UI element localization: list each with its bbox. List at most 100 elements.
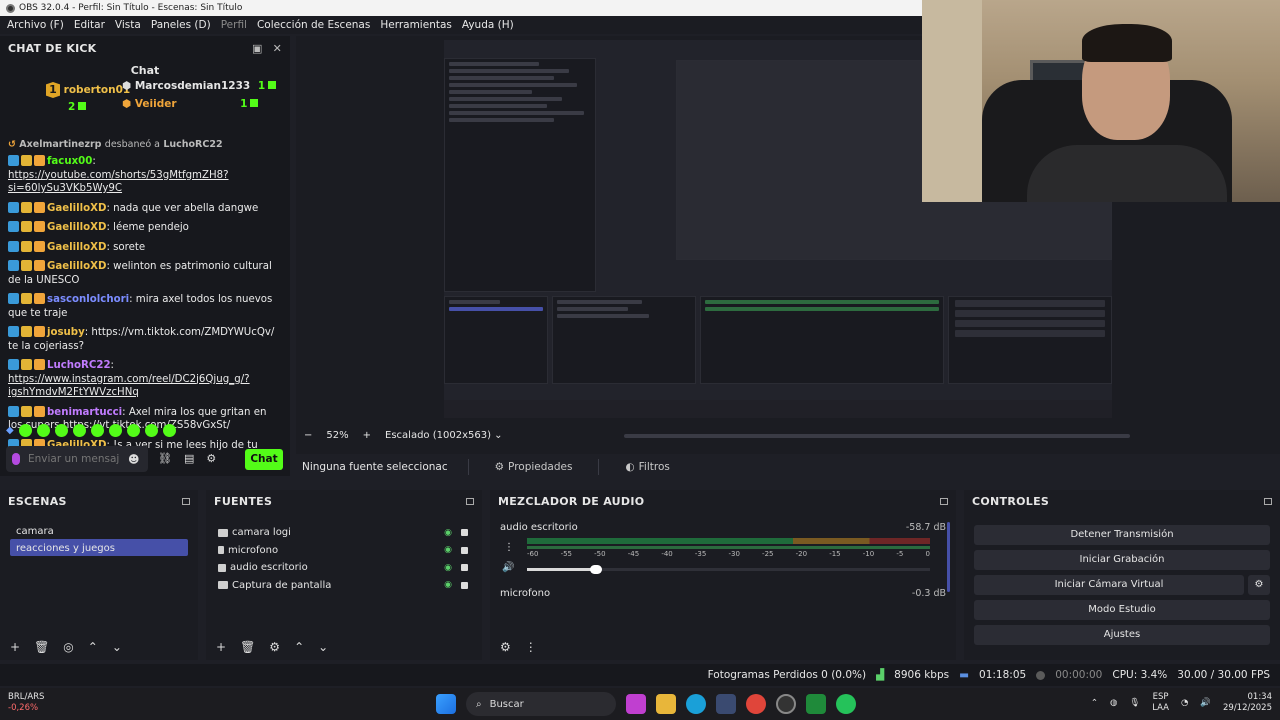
chat-username[interactable]: benimartucci: [47, 407, 122, 418]
emote-icon[interactable]: [162, 424, 176, 437]
move-down-button[interactable]: ⌄: [318, 640, 328, 654]
menu-paneles[interactable]: Paneles (D): [146, 19, 216, 31]
eye-icon[interactable]: ◉: [444, 580, 452, 590]
file-explorer-icon[interactable]: [656, 694, 676, 714]
trash-icon[interactable]: 🗑: [34, 640, 49, 654]
menu-coleccion-escenas[interactable]: Colección de Escenas: [252, 19, 375, 31]
trash-icon[interactable]: 🗑: [240, 640, 255, 654]
emote-icon[interactable]: [18, 424, 32, 437]
lock-icon[interactable]: [461, 529, 468, 537]
menu-archivo[interactable]: Archivo (F): [2, 19, 69, 31]
gear-icon[interactable]: ⚙: [206, 452, 216, 465]
eye-icon[interactable]: ◉: [444, 528, 452, 538]
chat-username[interactable]: GaelilloXD: [47, 222, 106, 233]
properties-button[interactable]: ⚙ Propiedades: [489, 458, 579, 476]
float-dock-icon[interactable]: [940, 497, 948, 505]
menu-vista[interactable]: Vista: [110, 19, 146, 31]
start-virtual-camera-button[interactable]: Iniciar Cámara Virtual: [974, 575, 1244, 595]
volume-icon[interactable]: 🔊: [1200, 698, 1211, 708]
clock[interactable]: 01:34 29/12/2025: [1223, 692, 1272, 714]
emote-icon[interactable]: [54, 424, 68, 437]
network-icon[interactable]: ◍: [1110, 698, 1117, 708]
filters-button[interactable]: ◐ Filtros: [619, 458, 675, 476]
gear-icon[interactable]: ⚙: [500, 640, 511, 654]
move-up-button[interactable]: ⌃: [294, 640, 304, 654]
float-dock-icon[interactable]: [466, 497, 474, 505]
chat-username[interactable]: josuby: [47, 327, 85, 338]
emote-icon[interactable]: [144, 424, 158, 437]
scene-item-camara[interactable]: camara: [10, 522, 188, 539]
chat-message-list[interactable]: facux00: https://youtube.com/shorts/53gM…: [0, 152, 290, 469]
lock-icon[interactable]: [461, 546, 468, 554]
chevron-up-icon[interactable]: ⌃: [1091, 698, 1098, 708]
chat-username[interactable]: GaelilloXD: [47, 242, 106, 253]
eye-icon[interactable]: ◉: [444, 563, 452, 573]
menu-herramientas[interactable]: Herramientas: [375, 19, 457, 31]
settings-button[interactable]: Ajustes: [974, 625, 1270, 645]
scene-item-reacciones[interactable]: reacciones y juegos: [10, 539, 188, 556]
eye-icon[interactable]: ◉: [444, 545, 452, 555]
emote-icon[interactable]: [90, 424, 104, 437]
more-options-icon[interactable]: ⋮: [504, 542, 514, 553]
copilot-icon[interactable]: [626, 694, 646, 714]
wifi-icon[interactable]: ◔: [1181, 698, 1188, 708]
emote-icon[interactable]: [36, 424, 50, 437]
announcement-target[interactable]: LuchoRC22: [163, 139, 222, 150]
source-item[interactable]: camara logi ◉: [206, 524, 482, 542]
scale-select[interactable]: Escalado (1002x563) ⌄: [385, 430, 503, 441]
emote-logo-icon[interactable]: ◆: [6, 425, 14, 436]
stock-ticker-widget[interactable]: BRL/ARS -0,26%: [8, 692, 44, 714]
emote-icon[interactable]: [72, 424, 86, 437]
menu-ayuda[interactable]: Ayuda (H): [457, 19, 519, 31]
store-icon[interactable]: [716, 694, 736, 714]
source-item[interactable]: microfono ◉: [206, 542, 482, 560]
obs-icon[interactable]: [776, 694, 796, 714]
xbox-icon[interactable]: [806, 694, 826, 714]
float-dock-icon[interactable]: [182, 497, 190, 505]
taskbar-search[interactable]: ⌕ Buscar: [466, 692, 616, 716]
chat-username[interactable]: LuchoRC22: [47, 360, 111, 371]
store-icon[interactable]: ▤: [184, 452, 194, 465]
chat-message-input[interactable]: [28, 453, 120, 465]
emote-icon[interactable]: [108, 424, 122, 437]
menu-editar[interactable]: Editar: [69, 19, 110, 31]
float-dock-icon[interactable]: [1264, 497, 1272, 505]
chat-link[interactable]: https://www.instagram.com/reel/DC2j6Qjug…: [8, 374, 250, 399]
whatsapp-icon[interactable]: [836, 694, 856, 714]
source-item[interactable]: audio escritorio ◉: [206, 559, 482, 577]
zoom-out-button[interactable]: −: [304, 430, 312, 441]
lock-icon[interactable]: [461, 564, 468, 572]
add-scene-button[interactable]: +: [10, 640, 20, 654]
windows-start-icon[interactable]: [436, 694, 456, 714]
language-indicator[interactable]: ESP LAA: [1152, 692, 1169, 714]
mic-icon[interactable]: 🎙: [1129, 698, 1140, 708]
chat-link[interactable]: https://youtube.com/shorts/53gMtfgmZH8?s…: [8, 170, 229, 195]
chat-input-box[interactable]: ☻: [6, 446, 148, 472]
studio-mode-button[interactable]: Modo Estudio: [974, 600, 1270, 620]
close-icon[interactable]: ✕: [273, 42, 282, 55]
link-icon[interactable]: ⛓: [158, 452, 172, 465]
filter-icon[interactable]: ◎: [63, 640, 73, 654]
chat-username[interactable]: facux00: [47, 156, 92, 167]
stop-stream-button[interactable]: Detener Transmisión: [974, 525, 1270, 545]
zoom-in-button[interactable]: +: [363, 430, 371, 441]
chat-username[interactable]: GaelilloXD: [47, 203, 106, 214]
gear-icon[interactable]: ⚙: [1248, 575, 1270, 595]
emote-icon[interactable]: [126, 424, 140, 437]
float-dock-icon[interactable]: ▣: [252, 42, 263, 55]
chat-username[interactable]: sasconlolchori: [47, 294, 129, 305]
volume-slider[interactable]: [527, 565, 930, 574]
mixer-scrollbar[interactable]: [947, 522, 950, 592]
move-up-button[interactable]: ⌃: [88, 640, 98, 654]
gear-icon[interactable]: ⚙: [269, 640, 280, 654]
chat-send-button[interactable]: Chat: [245, 449, 283, 470]
announcement-user[interactable]: Axelmartinezrp: [19, 139, 101, 150]
add-source-button[interactable]: +: [216, 640, 226, 654]
more-options-icon[interactable]: ⋮: [525, 640, 537, 654]
chat-username[interactable]: GaelilloXD: [47, 261, 106, 272]
chrome-icon[interactable]: [746, 694, 766, 714]
move-down-button[interactable]: ⌄: [112, 640, 122, 654]
volume-slider-knob[interactable]: [589, 565, 602, 574]
emoji-icon[interactable]: ☻: [128, 453, 139, 466]
mic-icon[interactable]: [12, 453, 20, 465]
